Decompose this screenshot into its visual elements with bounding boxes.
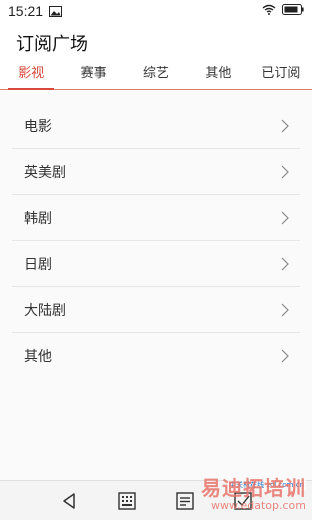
status-bar: 15:21 [0, 0, 312, 22]
list-item-mainland-drama[interactable]: 大陆剧 [12, 287, 300, 333]
wifi-icon [262, 4, 276, 19]
tab-subscribed[interactable]: 已订阅 [250, 62, 312, 89]
checkbox-icon[interactable] [232, 490, 254, 512]
list-item-japanese-drama[interactable]: 日剧 [12, 241, 300, 287]
list-item-label: 韩剧 [24, 210, 52, 227]
tab-variety[interactable]: 综艺 [125, 62, 187, 89]
keyboard-icon[interactable] [116, 490, 138, 512]
chevron-right-icon [281, 349, 289, 363]
list-item-us-uk-drama[interactable]: 英美剧 [12, 149, 300, 195]
status-icons [262, 3, 304, 19]
list-item-other[interactable]: 其他 [12, 333, 300, 379]
category-list: 电影 英美剧 韩剧 日剧 大陆剧 其他 [12, 103, 300, 379]
back-icon[interactable] [58, 490, 80, 512]
list-item-label: 英美剧 [24, 164, 66, 181]
status-time: 15:21 [8, 3, 44, 19]
watermark-badge: 中关村在线 zol.com.cn [227, 480, 306, 490]
battery-icon [282, 3, 304, 19]
chevron-right-icon [281, 257, 289, 270]
list-item-movies[interactable]: 电影 [12, 103, 300, 149]
tab-other[interactable]: 其他 [187, 62, 249, 89]
menu-icon[interactable] [174, 490, 196, 512]
list-item-label: 日剧 [24, 256, 52, 273]
tab-bar: 影视 赛事 综艺 其他 已订阅 [0, 62, 312, 90]
page-title: 订阅广场 [16, 34, 88, 55]
tab-sports[interactable]: 赛事 [62, 62, 124, 89]
image-icon [49, 5, 63, 17]
list-item-label: 大陆剧 [24, 302, 66, 319]
list-area: 电影 英美剧 韩剧 日剧 大陆剧 其他 [0, 91, 312, 480]
tab-movies-tv[interactable]: 影视 [0, 62, 62, 90]
chevron-right-icon [281, 119, 289, 132]
chevron-right-icon [281, 165, 289, 178]
list-item-korean-drama[interactable]: 韩剧 [12, 195, 300, 241]
list-item-label: 其他 [24, 349, 52, 365]
chevron-right-icon [281, 211, 289, 224]
chevron-right-icon [281, 303, 289, 316]
list-item-label: 电影 [24, 118, 52, 135]
